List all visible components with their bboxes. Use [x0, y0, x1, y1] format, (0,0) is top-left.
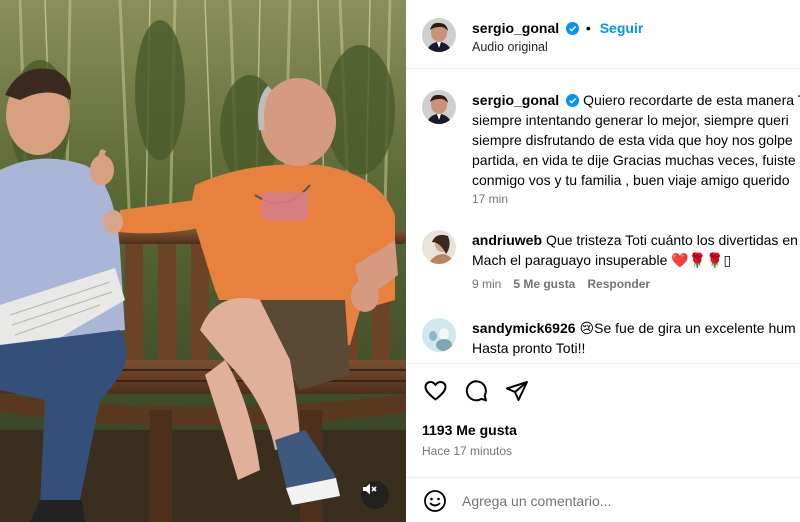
caption-line-text: Quiero recordarte de esta manera T [583, 92, 800, 108]
mute-button[interactable] [361, 481, 389, 509]
comment-line: Hasta pronto Toti!! [472, 340, 586, 356]
audio-label[interactable]: Audio original [472, 40, 548, 54]
header-user-line: sergio_gonal • Seguir [472, 20, 643, 36]
comment-text: sandymick6926 😢Se fue de gira un excelent… [472, 318, 796, 358]
caption-meta: 17 min [472, 192, 520, 206]
commenter-avatar[interactable] [422, 230, 456, 264]
comment-item: sandymick6926 😢Se fue de gira un excelent… [406, 316, 800, 362]
likes-count[interactable]: 1193 Me gusta [422, 422, 517, 438]
comment-icon[interactable] [464, 379, 488, 403]
post-actions: 1193 Me gusta Hace 17 minutos [406, 363, 800, 522]
comment-line-text: Que tristeza Toti cuánto los divertidas … [546, 232, 798, 248]
caption-avatar[interactable] [422, 90, 456, 124]
follow-button[interactable]: Seguir [600, 20, 644, 36]
post-video[interactable] [0, 0, 406, 522]
video-frame [0, 0, 406, 522]
comments-list[interactable]: sergio_gonal Quiero recordarte de esta ma… [406, 70, 800, 362]
comment-text: andriuweb Que tristeza Toti cuánto los di… [472, 230, 798, 270]
commenter-username[interactable]: sandymick6926 [472, 320, 576, 336]
comment-time[interactable]: 9 min [472, 277, 501, 291]
post-header: sergio_gonal • Seguir Audio original [406, 0, 800, 69]
comment-meta: 9 min 5 Me gusta Responder [472, 277, 662, 291]
post-time[interactable]: Hace 17 minutos [422, 444, 512, 458]
speaker-muted-icon [363, 483, 377, 495]
comment-line: sandymick6926 😢Se fue de gira un excelent… [472, 318, 796, 338]
author-username[interactable]: sergio_gonal [472, 20, 559, 36]
caption-line: siempre intentando generar lo mejor, sie… [472, 112, 789, 128]
separator-dot: • [585, 20, 591, 36]
comment-line: Mach el paraguayo insuperable ❤️🌹🌹▯ [472, 252, 732, 268]
add-comment-bar [406, 477, 800, 522]
caption-line: conmigo vos y tu familia , buen viaje am… [472, 172, 790, 188]
caption-comment: sergio_gonal Quiero recordarte de esta ma… [406, 84, 800, 214]
comment-line-text: 😢Se fue de gira un excelente hum [579, 320, 796, 336]
comment-item: andriuweb Que tristeza Toti cuánto los di… [406, 228, 800, 298]
caption-line: partida, en vida te dije Gracias muchas … [472, 152, 796, 168]
add-comment-input[interactable] [462, 488, 782, 514]
caption-line: siempre disfrutando de esta vida que hoy… [472, 132, 793, 148]
comment-line: andriuweb Que tristeza Toti cuánto los di… [472, 230, 798, 250]
reply-button[interactable]: Responder [587, 277, 650, 291]
verified-badge-icon [566, 22, 580, 35]
caption-text: sergio_gonal Quiero recordarte de esta ma… [472, 90, 800, 190]
verified-badge-icon [566, 94, 580, 107]
author-avatar[interactable] [422, 18, 456, 52]
caption-line: sergio_gonal Quiero recordarte de esta ma… [472, 90, 800, 110]
share-icon[interactable] [505, 379, 529, 403]
caption-time[interactable]: 17 min [472, 192, 508, 206]
caption-username[interactable]: sergio_gonal [472, 92, 559, 108]
commenter-avatar[interactable] [422, 318, 456, 352]
emoji-icon[interactable] [423, 489, 447, 513]
heart-icon[interactable] [423, 379, 448, 403]
comment-likes[interactable]: 5 Me gusta [513, 277, 575, 291]
commenter-username[interactable]: andriuweb [472, 232, 542, 248]
post-details-panel: sergio_gonal • Seguir Audio original ser… [406, 0, 800, 522]
